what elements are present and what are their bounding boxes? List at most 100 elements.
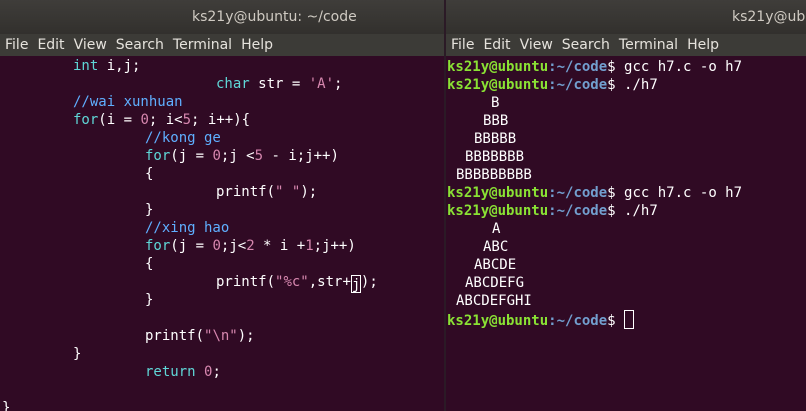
code-text: (j =	[170, 238, 213, 254]
code-text: );	[300, 184, 318, 200]
code-line-1: int i,j;	[73, 57, 140, 75]
menu-edit[interactable]: Edit	[483, 34, 510, 56]
left-title-bar[interactable]: ks21y@ubuntu: ~/code	[0, 0, 444, 34]
terminal-cursor	[624, 310, 635, 329]
shell-prompt-line: ks21y@ubuntu:~/code$ ./h7	[447, 76, 658, 94]
output-line: ABC	[483, 239, 509, 255]
text-cursor: j	[350, 275, 361, 293]
menu-search[interactable]: Search	[562, 34, 610, 56]
shell-terminal-window: ks21y@ubuntu: File Edit View Search Terminal…	[446, 0, 806, 411]
command-text: gcc h7.c -o h7	[624, 185, 743, 201]
number-literal: 5	[182, 112, 192, 128]
shell-prompt-line: ks21y@ubuntu:~/code$ ./h7	[447, 202, 658, 220]
code-text: printf(	[216, 274, 276, 290]
string-literal: "\n"	[204, 328, 238, 344]
number-literal: 5	[254, 148, 264, 164]
menu-help[interactable]: Help	[241, 34, 273, 56]
shell-output-area[interactable]: ks21y@ubuntu:~/code$ gcc h7.c -o h7 ks21…	[446, 56, 806, 411]
code-brace: }	[145, 202, 154, 218]
code-brace: {	[145, 166, 154, 182]
code-line-8: printf(" ");	[216, 183, 317, 201]
menu-file[interactable]: File	[451, 34, 474, 56]
output-line: BBBBBBB	[465, 149, 525, 165]
menu-view[interactable]: View	[74, 34, 107, 56]
code-text: ,str+	[308, 274, 351, 290]
code-line-18: return 0;	[145, 363, 221, 381]
output-line: ABCDE	[474, 257, 517, 273]
right-window-title: ks21y@ubuntu:	[732, 9, 806, 25]
code-comment: //xing hao	[145, 220, 230, 236]
string-literal: " "	[275, 184, 301, 200]
prompt-sign: $	[607, 203, 625, 219]
code-line-16: printf("\n");	[145, 327, 255, 345]
number-literal: 0	[140, 112, 149, 128]
prompt-sign: $	[607, 59, 625, 75]
prompt-path: :~/code	[548, 59, 608, 75]
code-brace: }	[2, 400, 11, 411]
code-text: printf(	[145, 328, 205, 344]
code-editor-area[interactable]: int i,j; char str = 'A'; //wai xunhuan f…	[0, 56, 444, 411]
prompt-sign: $	[607, 313, 625, 329]
output-line: BBBBBBBBB	[456, 167, 532, 183]
right-menu-bar: File Edit View Search Terminal Help	[446, 34, 806, 56]
menu-edit[interactable]: Edit	[37, 34, 64, 56]
prompt-user: ks21y@ubuntu	[447, 59, 549, 75]
prompt-user: ks21y@ubuntu	[447, 185, 549, 201]
keyword-int: int	[73, 58, 99, 74]
shell-prompt-line: ks21y@ubuntu:~/code$ gcc h7.c -o h7	[447, 184, 742, 202]
code-line-6: for(j = 0;j <5 - i;j++)	[145, 147, 339, 165]
string-literal: 'A'	[308, 76, 335, 92]
left-menu-bar: File Edit View Search Terminal Help	[0, 34, 444, 56]
keyword-return: return	[145, 364, 196, 380]
shell-prompt-line: ks21y@ubuntu:~/code$ gcc h7.c -o h7	[447, 58, 742, 76]
menu-view[interactable]: View	[520, 34, 553, 56]
code-comment: //wai xunhuan	[73, 94, 183, 110]
prompt-user: ks21y@ubuntu	[447, 77, 549, 93]
code-text: str =	[249, 76, 309, 92]
code-text: );	[360, 274, 378, 290]
prompt-path: :~/code	[548, 203, 608, 219]
code-text: ;	[212, 364, 221, 380]
output-line: B	[491, 95, 500, 111]
prompt-path: :~/code	[548, 313, 608, 329]
output-line: BBBBB	[474, 131, 517, 147]
right-title-bar[interactable]: ks21y@ubuntu:	[446, 0, 806, 34]
output-line: ABCDEFGHI	[456, 293, 532, 309]
command-text: ./h7	[624, 203, 658, 219]
number-literal: 1	[305, 238, 314, 254]
code-brace: }	[73, 346, 82, 362]
prompt-sign: $	[607, 185, 625, 201]
prompt-user: ks21y@ubuntu	[447, 203, 549, 219]
code-text: - i;j++)	[263, 148, 339, 164]
code-line-11: for(j = 0;j<2 * i +1;j++)	[145, 237, 356, 255]
output-line: BBB	[483, 113, 509, 129]
keyword-for: for	[73, 112, 99, 128]
menu-terminal[interactable]: Terminal	[173, 34, 232, 56]
code-brace: {	[145, 256, 154, 272]
code-text: ;j++)	[313, 238, 356, 254]
number-literal: 0	[212, 238, 221, 254]
command-text: ./h7	[624, 77, 658, 93]
code-text: ;j <	[220, 148, 255, 164]
keyword-for: for	[145, 238, 171, 254]
menu-file[interactable]: File	[5, 34, 28, 56]
string-literal: "%c"	[275, 274, 309, 290]
number-literal: 0	[212, 148, 221, 164]
left-window-title: ks21y@ubuntu: ~/code	[192, 9, 357, 25]
prompt-user: ks21y@ubuntu	[447, 313, 549, 329]
code-comment: //kong ge	[145, 130, 221, 146]
menu-terminal[interactable]: Terminal	[619, 34, 678, 56]
number-literal: 2	[246, 238, 255, 254]
menu-help[interactable]: Help	[687, 34, 719, 56]
menu-search[interactable]: Search	[116, 34, 164, 56]
code-text: );	[237, 328, 255, 344]
code-text: * i +	[254, 238, 306, 254]
code-brace: }	[145, 292, 154, 308]
code-text: (j =	[170, 148, 213, 164]
code-line-13: printf("%c",str+j);	[216, 273, 378, 293]
command-text: gcc h7.c -o h7	[624, 59, 743, 75]
keyword-char: char	[216, 76, 250, 92]
output-line: A	[492, 221, 501, 237]
code-line-2: char str = 'A';	[216, 75, 342, 93]
